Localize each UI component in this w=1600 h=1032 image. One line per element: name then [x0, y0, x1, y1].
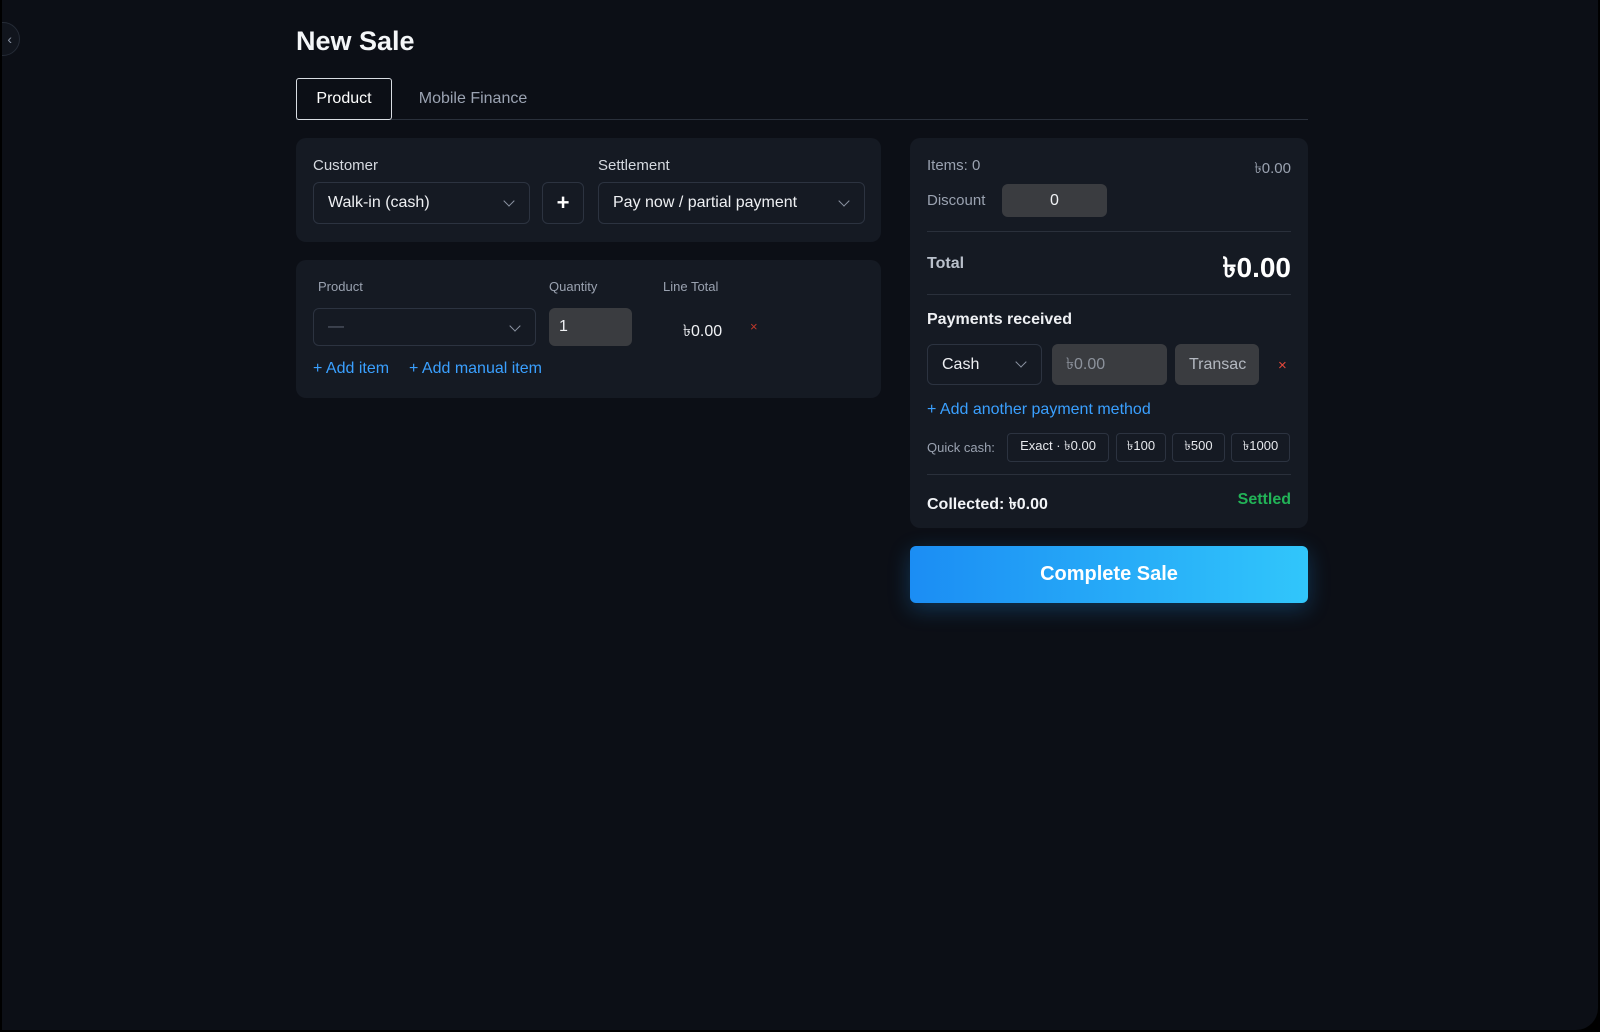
payment-amount-input[interactable]: ৳0.00 [1052, 344, 1167, 385]
chevron-down-icon [1015, 356, 1027, 368]
sidebar-collapse-button[interactable]: ‹ [2, 22, 20, 56]
tab-bar: Product Mobile Finance [296, 78, 1308, 120]
customer-card: Customer Walk-in (cash) + Settlement Pay… [296, 138, 881, 242]
column-header-quantity: Quantity [549, 279, 598, 294]
product-select-value: — [328, 318, 344, 335]
complete-sale-button[interactable]: Complete Sale [910, 546, 1308, 603]
product-select[interactable]: — [313, 308, 536, 346]
customer-label: Customer [313, 157, 379, 174]
add-manual-item-link[interactable]: + Add manual item [409, 360, 542, 378]
plus-icon: + [556, 190, 570, 215]
quantity-input[interactable]: 1 [549, 308, 632, 346]
remove-item-icon[interactable]: × [750, 319, 758, 334]
payments-title: Payments received [927, 311, 1072, 328]
add-customer-button[interactable]: + [542, 182, 584, 224]
quick-cash-exact-button[interactable]: Exact · ৳0.00 [1007, 433, 1109, 462]
chevron-down-icon [503, 195, 515, 207]
quick-cash-100-button[interactable]: ৳100 [1116, 433, 1166, 462]
collected-amount: Collected: ৳0.00 [927, 496, 1048, 513]
chevron-down-icon [509, 320, 521, 332]
column-header-line-total: Line Total [663, 279, 719, 294]
column-header-product: Product [318, 279, 363, 294]
quick-cash-label: Quick cash: [927, 440, 995, 455]
discount-input[interactable]: 0 [1002, 184, 1107, 217]
total-label: Total [927, 255, 965, 272]
page-title: New Sale [296, 26, 415, 56]
divider [927, 474, 1291, 475]
settlement-select-value: Pay now / partial payment [613, 194, 798, 211]
chevron-down-icon [838, 195, 850, 207]
payment-method-select[interactable]: Cash [927, 344, 1042, 385]
payment-method-value: Cash [942, 355, 980, 373]
tab-product[interactable]: Product [296, 78, 392, 120]
app-window: ‹ New Sale Product Mobile Finance Custom… [2, 0, 1598, 1030]
items-count: Items: 0 [927, 157, 981, 174]
chevron-left-icon: ‹ [7, 31, 12, 47]
divider [927, 294, 1291, 295]
customer-select-value: Walk-in (cash) [328, 194, 430, 211]
items-amount: ৳0.00 [1254, 160, 1291, 177]
add-item-link[interactable]: + Add item [313, 360, 389, 378]
settlement-label: Settlement [598, 157, 670, 174]
summary-card: Items: 0 ৳0.00 Discount 0 Total ৳0.00 Pa… [910, 138, 1308, 528]
remove-payment-icon[interactable]: × [1278, 357, 1287, 374]
tab-mobile-finance[interactable]: Mobile Finance [408, 78, 538, 120]
add-payment-method-link[interactable]: + Add another payment method [927, 401, 1151, 419]
quick-cash-500-button[interactable]: ৳500 [1172, 433, 1225, 462]
settlement-select[interactable]: Pay now / partial payment [598, 182, 865, 224]
total-value: ৳0.00 [1222, 252, 1291, 283]
quick-cash-1000-button[interactable]: ৳1000 [1231, 433, 1290, 462]
transaction-id-input[interactable]: Transac [1175, 344, 1259, 385]
divider [927, 231, 1291, 232]
discount-label: Discount [927, 192, 986, 209]
customer-select[interactable]: Walk-in (cash) [313, 182, 530, 224]
items-card: Product Quantity Line Total — 1 ৳0.00 × … [296, 260, 881, 398]
settlement-status: Settled [1237, 491, 1291, 508]
line-total-value: ৳0.00 [683, 323, 723, 340]
